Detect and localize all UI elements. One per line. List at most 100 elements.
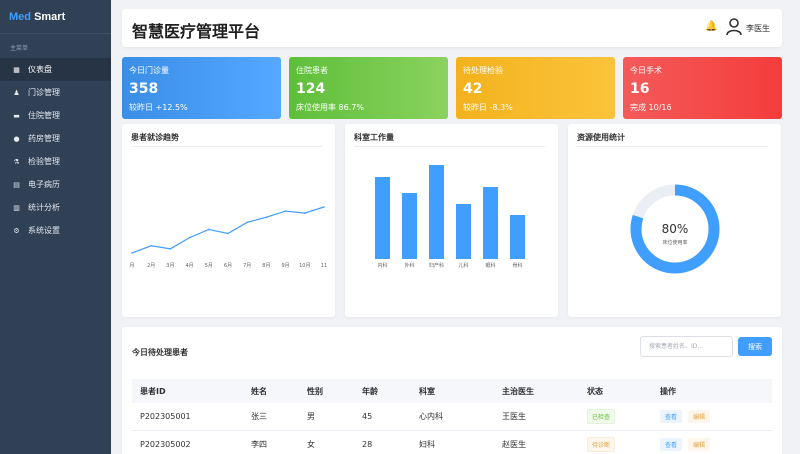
column-header[interactable]: 状态 [587,379,603,403]
table-header: 患者ID 姓名 性别 年龄 科室 主治医生 状态 操作 [132,379,772,403]
app-logo[interactable]: Med Smart [0,0,111,34]
column-header[interactable]: 主治医生 [502,379,534,403]
dept-bar [429,165,444,259]
dept-bar-chart: 内科 外科 妇产科 儿科 眼科 骨科 [375,165,525,269]
trend-point [284,210,287,212]
resource-donut-chart: 80% 床位使用率 [630,184,720,274]
trend-point [208,228,210,231]
sidebar-item-label: 仪表盘 [28,65,52,74]
view-button[interactable]: 查看 [660,410,683,423]
hospital-bed-icon: ▬ [13,111,20,120]
column-header[interactable]: 科室 [419,379,435,403]
resource-chart-card: 80% 床位使用率 资源使用统计 [568,124,781,317]
stat-value: 42 [463,81,483,97]
column-header[interactable]: 性别 [307,379,323,403]
edit-button[interactable]: 编辑 [688,438,711,451]
sidebar-item-0[interactable]: ▦ 仪表盘 [0,58,111,81]
chart-title: 患者就诊趋势 [131,133,179,142]
category-label: 妇产科 [429,262,444,269]
top-header: 智慧医疗管理平台 🔔 李医生 [122,9,782,47]
sidebar-item-2[interactable]: ▬ 住院管理 [0,104,111,127]
dashboard-icon: ▦ [13,65,20,74]
trend-point [246,221,248,224]
category-label: 眼科 [485,262,495,269]
view-button[interactable]: 查看 [660,438,683,451]
cell-sex: 女 [307,440,315,449]
cell-status: 待诊断 [587,431,616,454]
column-header: 操作 [660,386,676,396]
cell-doctor: 王医生 [502,412,526,421]
trend-point [227,232,229,235]
sidebar-item-label: 门诊管理 [28,88,60,97]
table-row[interactable]: P202305001 张三 男 45 心内科 王医生 已检查 查看 编辑 [132,403,772,431]
sidebar-item-3[interactable]: ● 药房管理 [0,127,111,150]
page-title: 智慧医疗管理平台 [132,22,261,41]
x-tick-label: 3月 [166,263,174,269]
x-tick-label: 11 [321,263,327,269]
table-row[interactable]: P202305002 李四 女 28 妇科 赵医生 待诊断 查看 编辑 [132,431,772,454]
cell-actions: 查看 编辑 [660,431,716,454]
sidebar-item-label: 统计分析 [28,203,60,212]
gear-icon: ⚙ [13,226,20,235]
column-header[interactable]: 患者ID [140,379,166,403]
stat-card-inpatient[interactable]: 住院患者 124 床位使用率 86.7% [289,57,448,119]
stat-card-pending-tests[interactable]: 待处理检验 42 较昨日 -8.3% [456,57,615,119]
edit-button[interactable]: 编辑 [688,410,711,423]
stat-subtext: 床位使用率 86.7% [296,103,364,112]
category-label: 儿科 [458,262,468,269]
dept-bar [483,187,498,259]
sidebar-item-1[interactable]: ♟ 门诊管理 [0,81,111,104]
logo-part-2: Smart [34,11,66,23]
pill-icon: ● [13,134,20,143]
x-tick-label: 7月 [243,263,251,269]
x-tick-label: 2月 [147,263,155,269]
status-badge: 已检查 [587,409,616,424]
x-tick-label: 9月 [282,263,290,269]
divider [354,146,545,147]
sidebar-item-label: 系统设置 [28,226,60,235]
stat-label: 今日门诊量 [129,66,169,75]
sidebar-item-label: 住院管理 [28,111,60,120]
stat-label: 住院患者 [296,66,328,75]
stat-card-surgeries[interactable]: 今日手术 16 完成 10/16 [623,57,782,119]
trend-line-chart: 月 2月 3月 4月 5月 6月 7月 8月 9月 10月 11 [129,206,327,269]
sidebar-item-4[interactable]: ⚗ 检验管理 [0,150,111,173]
record-icon: ▤ [13,180,20,189]
cell-status: 已检查 [587,403,616,430]
stat-value: 16 [630,81,650,97]
column-header[interactable]: 年龄 [362,379,378,403]
clinic-icon: ♟ [13,88,20,97]
category-label: 骨科 [512,262,522,269]
cell-patient-id: P202305001 [140,412,191,421]
trend-point [188,236,191,239]
cell-doctor: 赵医生 [502,440,526,449]
sidebar-item-label: 检验管理 [28,157,60,166]
dept-chart-card: 内科 外科 妇产科 儿科 眼科 骨科 科室工作量 [345,124,558,317]
x-tick-label: 月 [129,263,134,269]
divider [131,146,322,147]
donut-center-label: 床位使用率 [662,239,687,246]
stat-label: 待处理检验 [463,66,503,75]
stat-card-outpatient[interactable]: 今日门诊量 358 较昨日 +12.5% [122,57,281,119]
chart-title: 科室工作量 [354,133,394,142]
donut-center-value: 80% [662,222,689,236]
category-label: 外科 [404,262,414,269]
column-header[interactable]: 姓名 [251,379,267,403]
menu-section-label: 主菜单 [10,45,29,52]
cell-age: 45 [362,412,373,421]
trend-series-line [131,206,325,254]
patient-search-input[interactable] [640,336,733,357]
search-button[interactable]: 搜索 [738,337,772,356]
sidebar-item-7[interactable]: ⚙ 系统设置 [0,219,111,242]
user-icon[interactable] [726,18,742,36]
cell-dept: 心内科 [419,412,443,421]
divider [577,146,768,147]
logo-part-1: Med [9,11,31,23]
bell-icon[interactable]: 🔔 [705,21,717,32]
sidebar-item-label: 电子病历 [28,180,60,189]
sidebar-item-5[interactable]: ▤ 电子病历 [0,173,111,196]
chart-title: 资源使用统计 [577,133,625,142]
user-name[interactable]: 李医生 [746,23,770,34]
sidebar-item-6[interactable]: ▥ 统计分析 [0,196,111,219]
dept-bar [456,204,471,259]
